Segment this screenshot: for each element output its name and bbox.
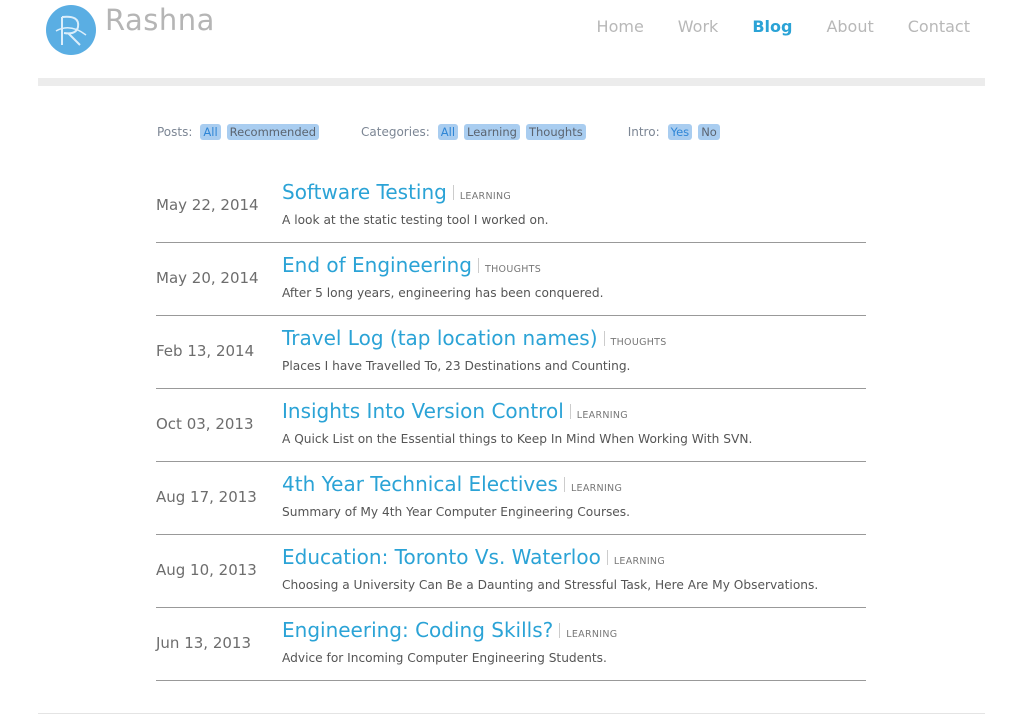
post-description: A look at the static testing tool I work… (282, 213, 549, 227)
post-category[interactable]: THOUGHTS (611, 337, 667, 348)
posts-filter-recommended[interactable]: Recommended (226, 124, 320, 140)
posts-filter: Posts: All Recommended (157, 124, 325, 140)
list-item: May 22, 2014 Software Testing LEARNING A… (156, 170, 866, 243)
list-item: May 20, 2014 End of Engineering THOUGHTS… (156, 243, 866, 316)
intro-filter-no[interactable]: No (698, 124, 720, 140)
logo-icon[interactable] (46, 5, 96, 55)
intro-filter-yes[interactable]: Yes (667, 124, 693, 140)
post-title-line: End of Engineering THOUGHTS (282, 253, 541, 277)
post-category[interactable]: THOUGHTS (485, 264, 541, 275)
post-title-link[interactable]: Engineering: Coding Skills? (282, 618, 553, 642)
categories-filter-label: Categories: (361, 125, 430, 139)
list-item: Jun 13, 2013 Engineering: Coding Skills?… (156, 608, 866, 681)
post-title-line: Insights Into Version Control LEARNING (282, 399, 628, 423)
post-description: Advice for Incoming Computer Engineering… (282, 651, 607, 665)
post-date: Oct 03, 2013 (156, 415, 254, 433)
title-separator (603, 330, 605, 346)
footer-divider (38, 713, 985, 714)
nav-blog[interactable]: Blog (752, 17, 792, 36)
list-item: Feb 13, 2014 Travel Log (tap location na… (156, 316, 866, 389)
post-title-line: Education: Toronto Vs. Waterloo LEARNING (282, 545, 665, 569)
site-header: Rashna Home Work Blog About Contact (0, 0, 1024, 86)
intro-filter-label: Intro: (627, 125, 660, 139)
post-category[interactable]: LEARNING (577, 410, 628, 421)
filter-bar: Posts: All Recommended Categories: All L… (157, 124, 762, 140)
post-date: May 20, 2014 (156, 269, 259, 287)
title-separator (569, 403, 571, 419)
post-title-link[interactable]: Software Testing (282, 180, 447, 204)
title-separator (452, 184, 454, 200)
title-separator (563, 476, 565, 492)
list-item: Aug 10, 2013 Education: Toronto Vs. Wate… (156, 535, 866, 608)
posts-filter-label: Posts: (157, 125, 193, 139)
site-logo-text[interactable]: Rashna (105, 3, 215, 37)
post-date: Feb 13, 2014 (156, 342, 255, 360)
post-title-link[interactable]: Insights Into Version Control (282, 399, 564, 423)
list-item: Aug 17, 2013 4th Year Technical Elective… (156, 462, 866, 535)
post-category[interactable]: LEARNING (614, 556, 665, 567)
nav-contact[interactable]: Contact (908, 17, 970, 36)
post-title-line: Software Testing LEARNING (282, 180, 511, 204)
categories-filter-learning[interactable]: Learning (464, 124, 520, 140)
nav-home[interactable]: Home (597, 17, 644, 36)
title-separator (559, 622, 561, 638)
post-title-link[interactable]: Education: Toronto Vs. Waterloo (282, 545, 601, 569)
post-description: Summary of My 4th Year Computer Engineer… (282, 505, 631, 519)
title-separator (606, 549, 608, 565)
post-date: May 22, 2014 (156, 196, 259, 214)
post-title-link[interactable]: End of Engineering (282, 253, 472, 277)
post-date: Aug 10, 2013 (156, 561, 257, 579)
nav-work[interactable]: Work (678, 17, 719, 36)
post-title-line: Engineering: Coding Skills? LEARNING (282, 618, 617, 642)
post-title-link[interactable]: Travel Log (tap location names) (282, 326, 598, 350)
post-date: Aug 17, 2013 (156, 488, 257, 506)
post-category[interactable]: LEARNING (460, 191, 511, 202)
post-category[interactable]: LEARNING (566, 629, 617, 640)
post-date: Jun 13, 2013 (156, 634, 252, 652)
post-description: Choosing a University Can Be a Daunting … (282, 578, 819, 592)
list-item: Oct 03, 2013 Insights Into Version Contr… (156, 389, 866, 462)
categories-filter-thoughts[interactable]: Thoughts (525, 124, 586, 140)
post-title-line: 4th Year Technical Electives LEARNING (282, 472, 622, 496)
intro-filter: Intro: Yes No (628, 124, 726, 140)
post-description: A Quick List on the Essential things to … (282, 432, 753, 446)
post-title-link[interactable]: 4th Year Technical Electives (282, 472, 558, 496)
title-separator (478, 257, 479, 273)
post-category[interactable]: LEARNING (571, 483, 622, 494)
post-description: Places I have Travelled To, 23 Destinati… (282, 359, 631, 373)
nav-about[interactable]: About (826, 17, 873, 36)
header-divider (38, 78, 985, 86)
post-list: May 22, 2014 Software Testing LEARNING A… (156, 170, 866, 681)
categories-filter-all[interactable]: All (437, 124, 459, 140)
posts-filter-all[interactable]: All (200, 124, 221, 140)
main-nav: Home Work Blog About Contact (597, 17, 970, 36)
categories-filter: Categories: All Learning Thoughts (361, 124, 592, 140)
post-title-line: Travel Log (tap location names) THOUGHTS (282, 326, 667, 350)
post-description: After 5 long years, engineering has been… (282, 286, 604, 300)
